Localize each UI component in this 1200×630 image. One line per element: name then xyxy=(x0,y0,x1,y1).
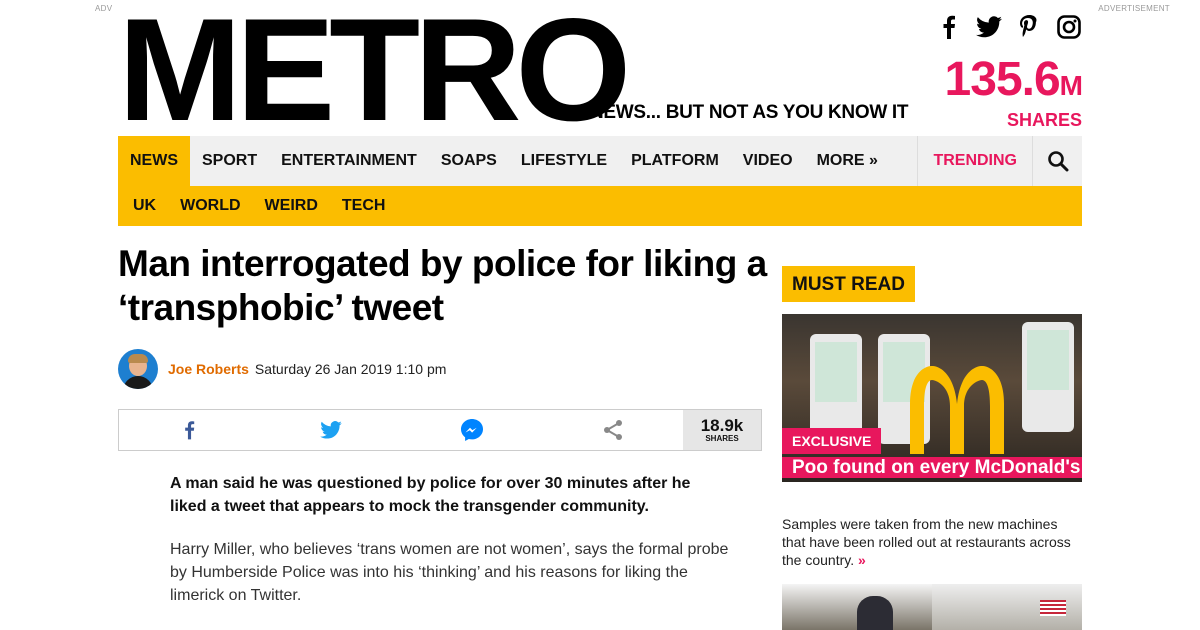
author-avatar[interactable] xyxy=(118,349,158,389)
next-promo-image[interactable] xyxy=(782,584,1082,630)
nav-item-trending[interactable]: TRENDING xyxy=(917,136,1032,186)
author-link[interactable]: Joe Roberts xyxy=(168,361,249,377)
facebook-icon[interactable] xyxy=(936,14,962,40)
subnav-item-tech[interactable]: TECH xyxy=(330,197,398,215)
share-count-label: SHARES xyxy=(705,434,739,443)
main-nav: NEWS SPORT ENTERTAINMENT SOAPS LIFESTYLE… xyxy=(118,136,1082,186)
subnav-item-world[interactable]: WORLD xyxy=(168,197,252,215)
messenger-icon xyxy=(460,419,483,441)
advertisement-label: ADV xyxy=(95,4,113,13)
sub-nav: UK WORLD WEIRD TECH xyxy=(118,186,1082,226)
article-paragraph: Harry Miller, who believes ‘trans women … xyxy=(170,541,729,604)
site-shares-counter: 135.6M SHARES xyxy=(944,53,1083,131)
nav-item-more[interactable]: MORE » xyxy=(805,136,890,186)
twitter-icon xyxy=(319,421,342,439)
nav-item-entertainment[interactable]: ENTERTAINMENT xyxy=(269,136,429,186)
nav-item-news[interactable]: NEWS xyxy=(118,136,190,186)
article-share-count: 18.9k SHARES xyxy=(683,410,761,450)
subnav-item-uk[interactable]: UK xyxy=(121,197,168,215)
golden-arches-icon xyxy=(910,366,1004,454)
twitter-icon[interactable] xyxy=(976,14,1002,40)
facebook-share-button[interactable] xyxy=(119,410,260,450)
messenger-share-button[interactable] xyxy=(401,410,542,450)
article-headline: Man interrogated by police for liking a … xyxy=(118,243,767,328)
must-read-promo[interactable]: EXCLUSIVE Poo found on every McDonald's … xyxy=(782,314,1082,482)
shares-label: SHARES xyxy=(1006,110,1082,130)
twitter-share-button[interactable] xyxy=(260,410,401,450)
byline: Joe Roberts Saturday 26 Jan 2019 1:10 pm xyxy=(118,349,446,389)
search-icon[interactable] xyxy=(1032,136,1082,186)
exclusive-badge: EXCLUSIVE xyxy=(782,428,882,454)
share-icon xyxy=(603,420,622,440)
site-tagline: NEWS... BUT NOT AS YOU KNOW IT xyxy=(590,102,909,123)
article-lede: A man said he was questioned by police f… xyxy=(170,475,691,515)
promo-title[interactable]: Poo found on every McDonald's touchscree… xyxy=(782,454,1082,482)
social-links xyxy=(936,14,1082,40)
facebook-icon xyxy=(185,421,195,440)
nav-item-platform[interactable]: PLATFORM xyxy=(619,136,731,186)
advertisement-label: ADVERTISEMENT xyxy=(1098,4,1170,13)
nav-item-lifestyle[interactable]: LIFESTYLE xyxy=(509,136,619,186)
metro-logo[interactable]: METRO xyxy=(118,0,631,143)
share-bar: 18.9k SHARES xyxy=(118,409,762,451)
pinterest-icon[interactable] xyxy=(1016,14,1042,40)
read-more-icon[interactable]: » xyxy=(858,552,866,568)
publish-date: Saturday 26 Jan 2019 1:10 pm xyxy=(254,361,447,377)
nav-item-video[interactable]: VIDEO xyxy=(731,136,805,186)
instagram-icon[interactable] xyxy=(1056,14,1082,40)
subnav-item-weird[interactable]: WEIRD xyxy=(253,197,330,215)
promo-description[interactable]: Samples were taken from the new machines… xyxy=(782,515,1082,569)
promo-image-kiosk xyxy=(1022,322,1074,432)
share-button[interactable] xyxy=(542,410,683,450)
nav-item-sport[interactable]: SPORT xyxy=(190,136,269,186)
shares-number: 135.6M xyxy=(944,53,1083,106)
nav-item-soaps[interactable]: SOAPS xyxy=(429,136,509,186)
share-count-number: 18.9k xyxy=(700,416,744,435)
must-read-heading: MUST READ xyxy=(782,266,915,302)
